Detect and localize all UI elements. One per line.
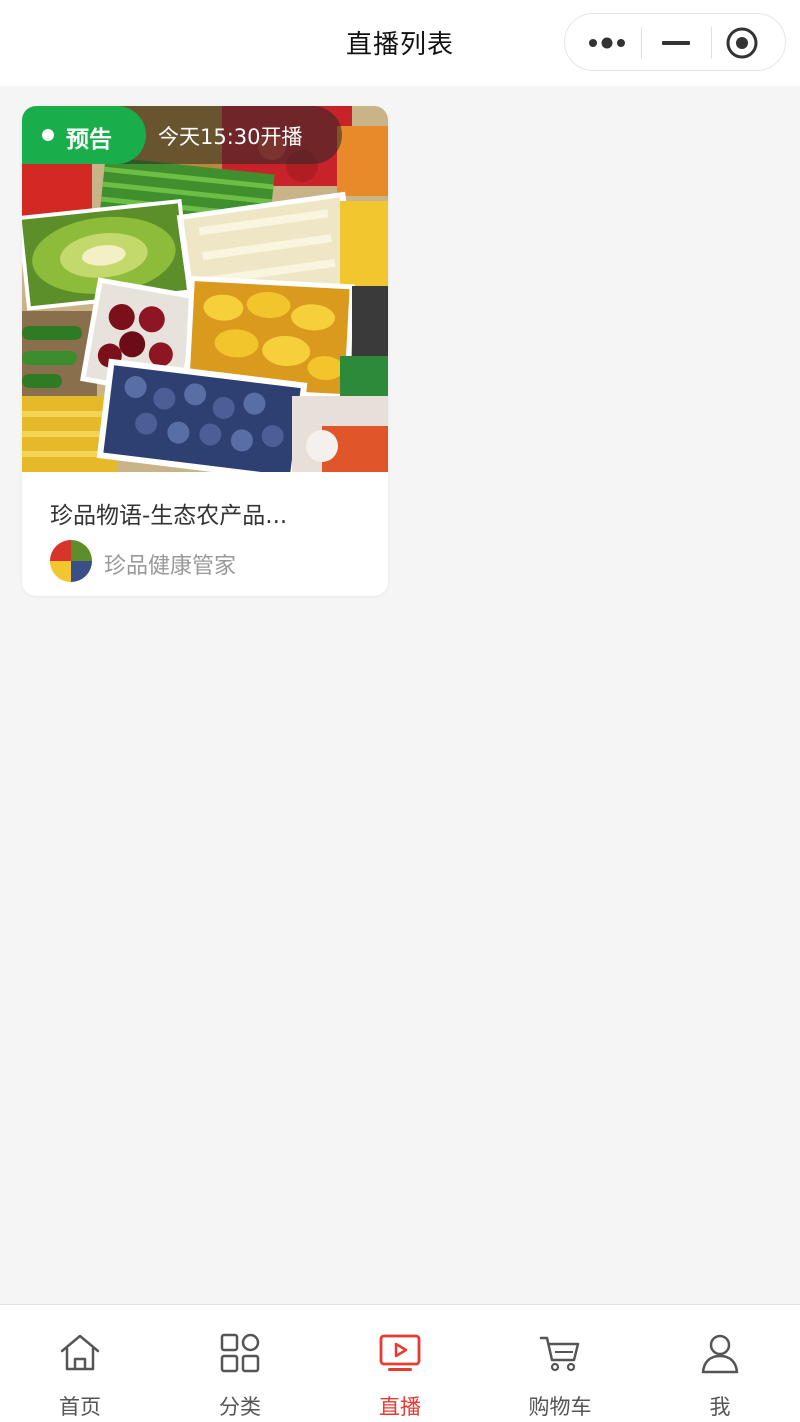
capsule-divider	[711, 27, 712, 59]
home-icon	[60, 1334, 100, 1371]
user-icon	[701, 1334, 739, 1374]
nav-bar: 直播列表	[0, 0, 800, 86]
status-dot-icon	[42, 129, 54, 141]
cart-icon	[539, 1336, 580, 1372]
preview-badge: 预告	[22, 106, 146, 164]
more-dots-icon[interactable]	[587, 33, 631, 53]
tab-label: 直播	[379, 1395, 421, 1419]
live-cover-image: 预告 今天15:30开播	[22, 106, 388, 472]
avatar-image	[50, 540, 92, 582]
preview-label: 预告	[66, 127, 112, 153]
tab-category[interactable]: 分类	[160, 1305, 320, 1422]
tab-home[interactable]: 首页	[0, 1305, 160, 1422]
tab-me[interactable]: 我	[640, 1305, 800, 1422]
live-room-title: 珍品物语-生态农产品...	[50, 503, 288, 529]
live-status-badge: 预告 今天15:30开播	[22, 106, 342, 164]
tab-live[interactable]: 直播	[320, 1305, 480, 1422]
minus-icon[interactable]	[661, 33, 691, 53]
live-tv-icon	[379, 1334, 421, 1371]
tab-label: 我	[709, 1395, 731, 1419]
live-room-card[interactable]: 预告 今天15:30开播 珍品物语-生态农产品... 珍品健康管家	[22, 106, 388, 596]
mini-program-capsule	[564, 13, 786, 71]
tab-label: 分类	[219, 1395, 261, 1419]
target-icon[interactable]	[725, 26, 759, 60]
anchor-name: 珍品健康管家	[104, 554, 237, 579]
start-time-text: 今天15:30开播	[158, 125, 303, 149]
tab-label: 首页	[59, 1395, 101, 1419]
tab-cart[interactable]: 购物车	[480, 1305, 640, 1422]
capsule-divider	[641, 27, 642, 59]
start-time-badge: 今天15:30开播	[118, 106, 342, 164]
tab-bar: 首页 分类 直播 购物车 我	[0, 1304, 800, 1422]
screen: 直播列表 预告 今天15:30开播 珍品物语-生态农产品... 珍品健康管家 首…	[0, 0, 800, 1422]
tab-label: 购物车	[528, 1395, 592, 1419]
anchor-avatar	[50, 540, 92, 582]
category-icon	[220, 1333, 260, 1373]
